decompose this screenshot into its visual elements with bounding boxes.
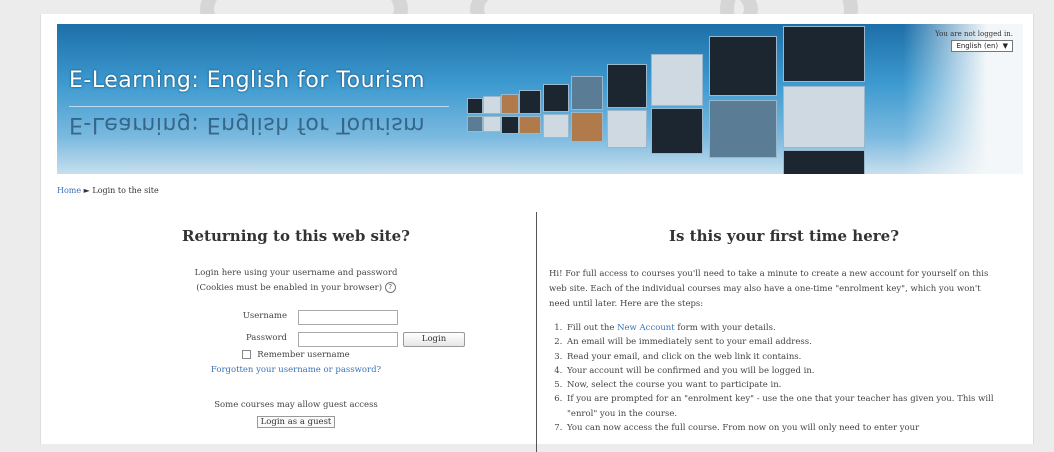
site-title-reflection: E-Learning: English for Tourism — [69, 112, 426, 137]
signup-heading: Is this your first time here? — [669, 227, 899, 245]
username-input[interactable] — [298, 310, 398, 325]
login-desc-line2: (Cookies must be enabled in your browser… — [196, 283, 383, 293]
column-divider — [536, 212, 537, 452]
remember-label: Remember username — [257, 350, 350, 360]
password-input[interactable] — [298, 332, 398, 347]
list-item: Your account will be confirmed and you w… — [565, 364, 1010, 378]
forgot-row: Forgotten your username or password? — [57, 365, 535, 375]
login-info: You are not logged in. English (en) ▼ — [935, 30, 1013, 52]
list-item: An email will be immediately sent to you… — [565, 335, 1010, 349]
password-row: Password Login — [57, 332, 535, 350]
list-item: You can now access the full course. From… — [565, 421, 1010, 435]
remember-checkbox[interactable] — [242, 350, 252, 359]
list-item: Read your email, and click on the web li… — [565, 350, 1010, 364]
signup-panel: Is this your first time here? Hi! For fu… — [549, 210, 1019, 450]
forgot-password-link[interactable]: Forgotten your username or password? — [211, 365, 381, 375]
breadcrumb-home[interactable]: Home — [57, 186, 81, 195]
list-item: Now, select the course you want to parti… — [565, 378, 1010, 392]
breadcrumb: Home ► Login to the site — [57, 186, 159, 195]
login-desc-line1: Login here using your username and passw… — [194, 268, 398, 278]
login-panel: Returning to this web site? Login here u… — [57, 210, 535, 450]
chevron-down-icon: ▼ — [1000, 42, 1008, 50]
page-container: E-Learning: English for Tourism E-Learni… — [40, 14, 1034, 452]
login-button[interactable]: Login — [403, 332, 465, 347]
login-description: Login here using your username and passw… — [57, 266, 535, 296]
login-status: You are not logged in. — [935, 30, 1013, 38]
breadcrumb-separator: ► — [83, 186, 90, 195]
password-label: Password — [245, 333, 287, 343]
site-banner: E-Learning: English for Tourism E-Learni… — [57, 24, 1023, 174]
signup-intro: Hi! For full access to courses you'll ne… — [549, 269, 989, 309]
guest-row: Login as a guest — [57, 416, 535, 428]
guest-login-button[interactable]: Login as a guest — [256, 416, 336, 428]
list-item: If you are prompted for an "enrolment ke… — [565, 392, 1010, 421]
language-select[interactable]: English (en) ▼ — [951, 40, 1013, 52]
list-item: Fill out the New Account form with your … — [565, 321, 1010, 335]
language-value: English (en) — [956, 42, 999, 50]
remember-row: Remember username — [57, 350, 535, 360]
site-title: E-Learning: English for Tourism — [69, 68, 426, 93]
help-icon[interactable]: ? — [384, 282, 396, 293]
signup-steps: Fill out the New Account form with your … — [549, 321, 1010, 435]
username-label: Username — [242, 311, 287, 321]
breadcrumb-current: Login to the site — [92, 186, 159, 195]
banner-screens-graphic — [457, 24, 927, 174]
guest-text: Some courses may allow guest access — [214, 400, 378, 410]
login-heading: Returning to this web site? — [182, 227, 410, 245]
username-row: Username — [57, 310, 535, 328]
new-account-link[interactable]: New Account — [617, 323, 675, 333]
title-divider — [69, 106, 449, 107]
